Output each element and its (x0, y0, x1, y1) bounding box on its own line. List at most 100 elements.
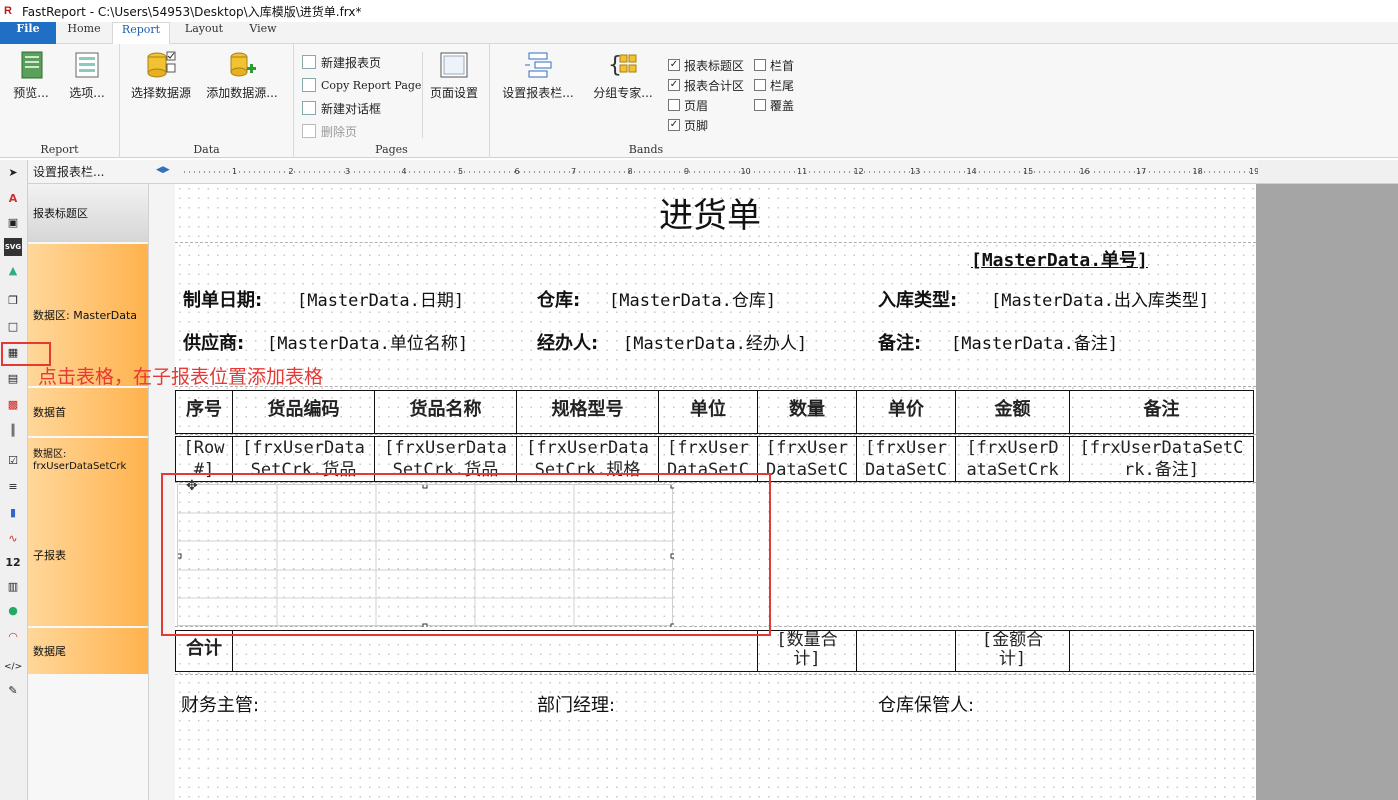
header-cell[interactable]: 金额 (955, 390, 1070, 434)
date-label[interactable]: 制单日期: (183, 286, 262, 312)
price-total-cell[interactable] (856, 630, 956, 672)
data-cell-line: [frxUser (865, 438, 947, 458)
pdf-object-icon[interactable]: ▩ (4, 396, 22, 414)
picture-object-icon[interactable]: ▣ (4, 214, 22, 232)
band-detail-data[interactable]: 数据区: frxUserDataSetCrk (28, 438, 148, 484)
configure-bands-button[interactable]: 设置报表栏... (496, 50, 580, 101)
department-manager-label[interactable]: 部门经理: (537, 691, 615, 717)
add-datasource-button[interactable]: 添加数据源... (202, 50, 282, 101)
checkbox-report-summary[interactable]: ✓ (668, 79, 680, 91)
check-page-footer[interactable]: ✓ 页脚 (668, 115, 708, 135)
qty-total-cell[interactable]: [数量合 计] (757, 630, 857, 672)
date-field[interactable]: [MasterData.日期] (297, 286, 464, 311)
shape-object-icon[interactable]: ▲ (4, 262, 22, 280)
tab-view[interactable]: View (238, 22, 288, 44)
order-number-field[interactable]: [MasterData.单号] (971, 246, 1148, 272)
header-cell[interactable]: 货品编码 (232, 390, 375, 434)
zipcode-object-icon[interactable]: ▥ (4, 578, 22, 596)
total-empty-cell[interactable] (232, 630, 758, 672)
tab-layout[interactable]: Layout (172, 22, 236, 44)
checkbox-column-header[interactable] (754, 59, 766, 71)
header-cell[interactable]: 单位 (658, 390, 758, 434)
warehouse-keeper-label[interactable]: 仓库保管人: (878, 691, 974, 717)
header-cell[interactable]: 序号 (175, 390, 233, 434)
report-title[interactable]: 进货单 (659, 188, 761, 237)
handler-label[interactable]: 经办人: (537, 329, 598, 355)
check-page-header[interactable]: 页眉 (668, 95, 708, 115)
matrix-object-icon[interactable]: ▤ (4, 370, 22, 388)
number-object-icon[interactable]: 12 (4, 554, 22, 572)
checkbox-object-icon[interactable]: ☑ (4, 452, 22, 470)
header-cell[interactable]: 单价 (856, 390, 956, 434)
delete-page-icon (302, 124, 316, 138)
handler-field[interactable]: [MasterData.经办人] (623, 329, 807, 354)
header-cell[interactable]: 备注 (1069, 390, 1254, 434)
new-page-button[interactable]: 新建报表页 (302, 52, 381, 72)
digital-signature-icon[interactable]: ✎ (4, 682, 22, 700)
select-datasource-button[interactable]: 选择数据源 (126, 50, 196, 101)
check-column-header[interactable]: 栏首 (754, 55, 794, 75)
gauge-object-icon[interactable]: ◠ (4, 628, 22, 646)
checkbox-report-title[interactable]: ✓ (668, 59, 680, 71)
richtext-object-icon[interactable]: ≡ (4, 478, 22, 496)
checkbox-page-footer[interactable]: ✓ (668, 119, 680, 131)
rectangle-object-icon[interactable]: □ (4, 318, 22, 336)
new-dialog-button[interactable]: 新建对话框 (302, 98, 381, 118)
inbound-type-label[interactable]: 入库类型: (878, 286, 957, 312)
data-cell[interactable]: [frxUser DataSetC (856, 436, 956, 482)
check-report-title[interactable]: ✓ 报表标题区 (668, 55, 744, 75)
check-report-summary[interactable]: ✓ 报表合计区 (668, 75, 744, 95)
ruler-tick: 5 (458, 167, 464, 176)
band-subreport[interactable]: 子报表 (28, 484, 148, 626)
inbound-type-field[interactable]: [MasterData.出入库类型] (991, 286, 1209, 311)
total-label-cell[interactable]: 合计 (175, 630, 233, 672)
warehouse-label[interactable]: 仓库: (537, 286, 580, 312)
barcode-object-icon[interactable]: ║ (4, 422, 22, 440)
amount-total-cell[interactable]: [金额合 计] (955, 630, 1070, 672)
checkbox-overlay[interactable] (754, 99, 766, 111)
warehouse-field[interactable]: [MasterData.仓库] (609, 286, 776, 311)
check-page-header-label: 页眉 (684, 98, 709, 113)
copy-page-button[interactable]: Copy Report Page (302, 75, 421, 95)
group-expert-button[interactable]: { 分组专家... (586, 50, 660, 101)
html-object-icon[interactable]: </> (4, 658, 22, 676)
ruler-collapse-icon[interactable]: ◀▶ (156, 165, 170, 175)
select-pointer-icon[interactable]: ➤ (4, 164, 22, 182)
report-group-label: Report (40, 143, 79, 156)
remark-label[interactable]: 备注: (878, 329, 921, 355)
data-cell[interactable]: [frxUser DataSetC (757, 436, 857, 482)
preview-button[interactable]: 预览... (6, 50, 56, 101)
bands-icon (523, 50, 553, 80)
header-cell[interactable]: 规格型号 (516, 390, 659, 434)
header-cell[interactable]: 数量 (757, 390, 857, 434)
tab-file[interactable]: File (0, 22, 56, 44)
remark-field[interactable]: [MasterData.备注] (951, 329, 1118, 354)
map-object-icon[interactable]: ● (4, 602, 22, 620)
supplier-field[interactable]: [MasterData.单位名称] (267, 329, 468, 354)
options-button[interactable]: 选项... (62, 50, 112, 101)
band-data-footer[interactable]: 数据尾 (28, 628, 148, 674)
delete-page-button[interactable]: 删除页 (302, 121, 357, 141)
data-cell[interactable]: [frxUserD ataSetCrk (955, 436, 1070, 482)
header-cell[interactable]: 货品名称 (374, 390, 517, 434)
band-report-title[interactable]: 报表标题区 (28, 184, 148, 242)
chart-object-icon[interactable]: ▮ (4, 504, 22, 522)
page-setup-button[interactable]: 页面设置 (426, 50, 482, 101)
finance-manager-label[interactable]: 财务主管: (181, 691, 259, 717)
supplier-label[interactable]: 供应商: (183, 329, 244, 355)
check-overlay[interactable]: 覆盖 (754, 95, 794, 115)
remark-total-cell[interactable] (1069, 630, 1254, 672)
check-column-footer[interactable]: 栏尾 (754, 75, 794, 95)
checkbox-page-header[interactable] (668, 99, 680, 111)
data-cell[interactable]: [frxUserDataSetC rk.备注] (1069, 436, 1254, 482)
tab-home[interactable]: Home (56, 22, 112, 44)
tab-report[interactable]: Report (112, 22, 170, 45)
sparkline-object-icon[interactable]: ∿ (4, 530, 22, 548)
svg-object-icon[interactable]: SVG (4, 238, 22, 256)
band-panel-header[interactable]: 设置报表栏... (28, 160, 148, 184)
configure-bands-label: 设置报表栏... (502, 86, 574, 100)
checkbox-column-footer[interactable] (754, 79, 766, 91)
text-object-icon[interactable]: A (4, 190, 22, 208)
subreport-object-icon[interactable]: ❐ (4, 292, 22, 310)
band-data-header[interactable]: 数据首 (28, 388, 148, 436)
